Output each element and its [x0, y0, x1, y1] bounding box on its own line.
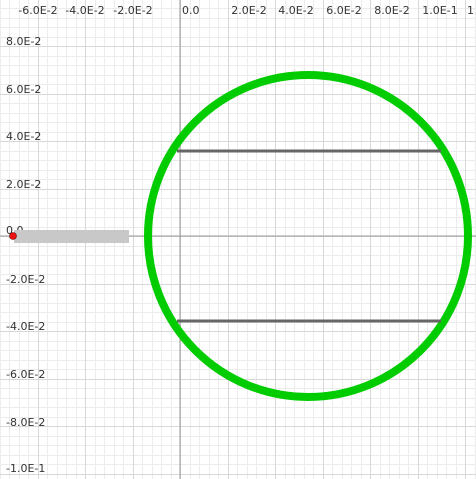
x-tick-label: 4.0E-2: [278, 4, 313, 17]
slider-point[interactable]: [9, 232, 17, 240]
y-tick-label: -8.0E-2: [6, 416, 45, 429]
y-tick-label: -2.0E-2: [6, 273, 45, 286]
graphics-canvas[interactable]: -6.0E-2 -4.0E-2 -2.0E-2 0.0 2.0E-2 4.0E-…: [0, 0, 476, 479]
y-tick-label: 8.0E-2: [6, 35, 41, 48]
graphics-view[interactable]: -6.0E-2 -4.0E-2 -2.0E-2 0.0 2.0E-2 4.0E-…: [0, 0, 476, 479]
y-tick-label: -4.0E-2: [6, 320, 45, 333]
x-tick-label: 6.0E-2: [326, 4, 361, 17]
slider[interactable]: [9, 230, 147, 243]
y-tick-label: -6.0E-2: [6, 368, 45, 381]
x-tick-label: 0.0: [182, 4, 200, 17]
x-tick-label: -2.0E-2: [113, 4, 152, 17]
x-tick-label: 8.0E-2: [374, 4, 409, 17]
y-tick-label: 4.0E-2: [6, 130, 41, 143]
x-tick-label: 1.0E-1: [422, 4, 457, 17]
x-tick-label: 2.0E-2: [231, 4, 266, 17]
y-tick-label: 2.0E-2: [6, 178, 41, 191]
x-axis-tick-labels: -6.0E-2 -4.0E-2 -2.0E-2 0.0 2.0E-2 4.0E-…: [18, 4, 474, 17]
x-tick-label: -6.0E-2: [18, 4, 57, 17]
y-tick-label: 6.0E-2: [6, 83, 41, 96]
x-tick-label: 1: [467, 4, 474, 17]
x-tick-label: -4.0E-2: [65, 4, 104, 17]
slider-track[interactable]: [14, 230, 129, 243]
y-tick-label: -1.0E-1: [6, 462, 45, 475]
